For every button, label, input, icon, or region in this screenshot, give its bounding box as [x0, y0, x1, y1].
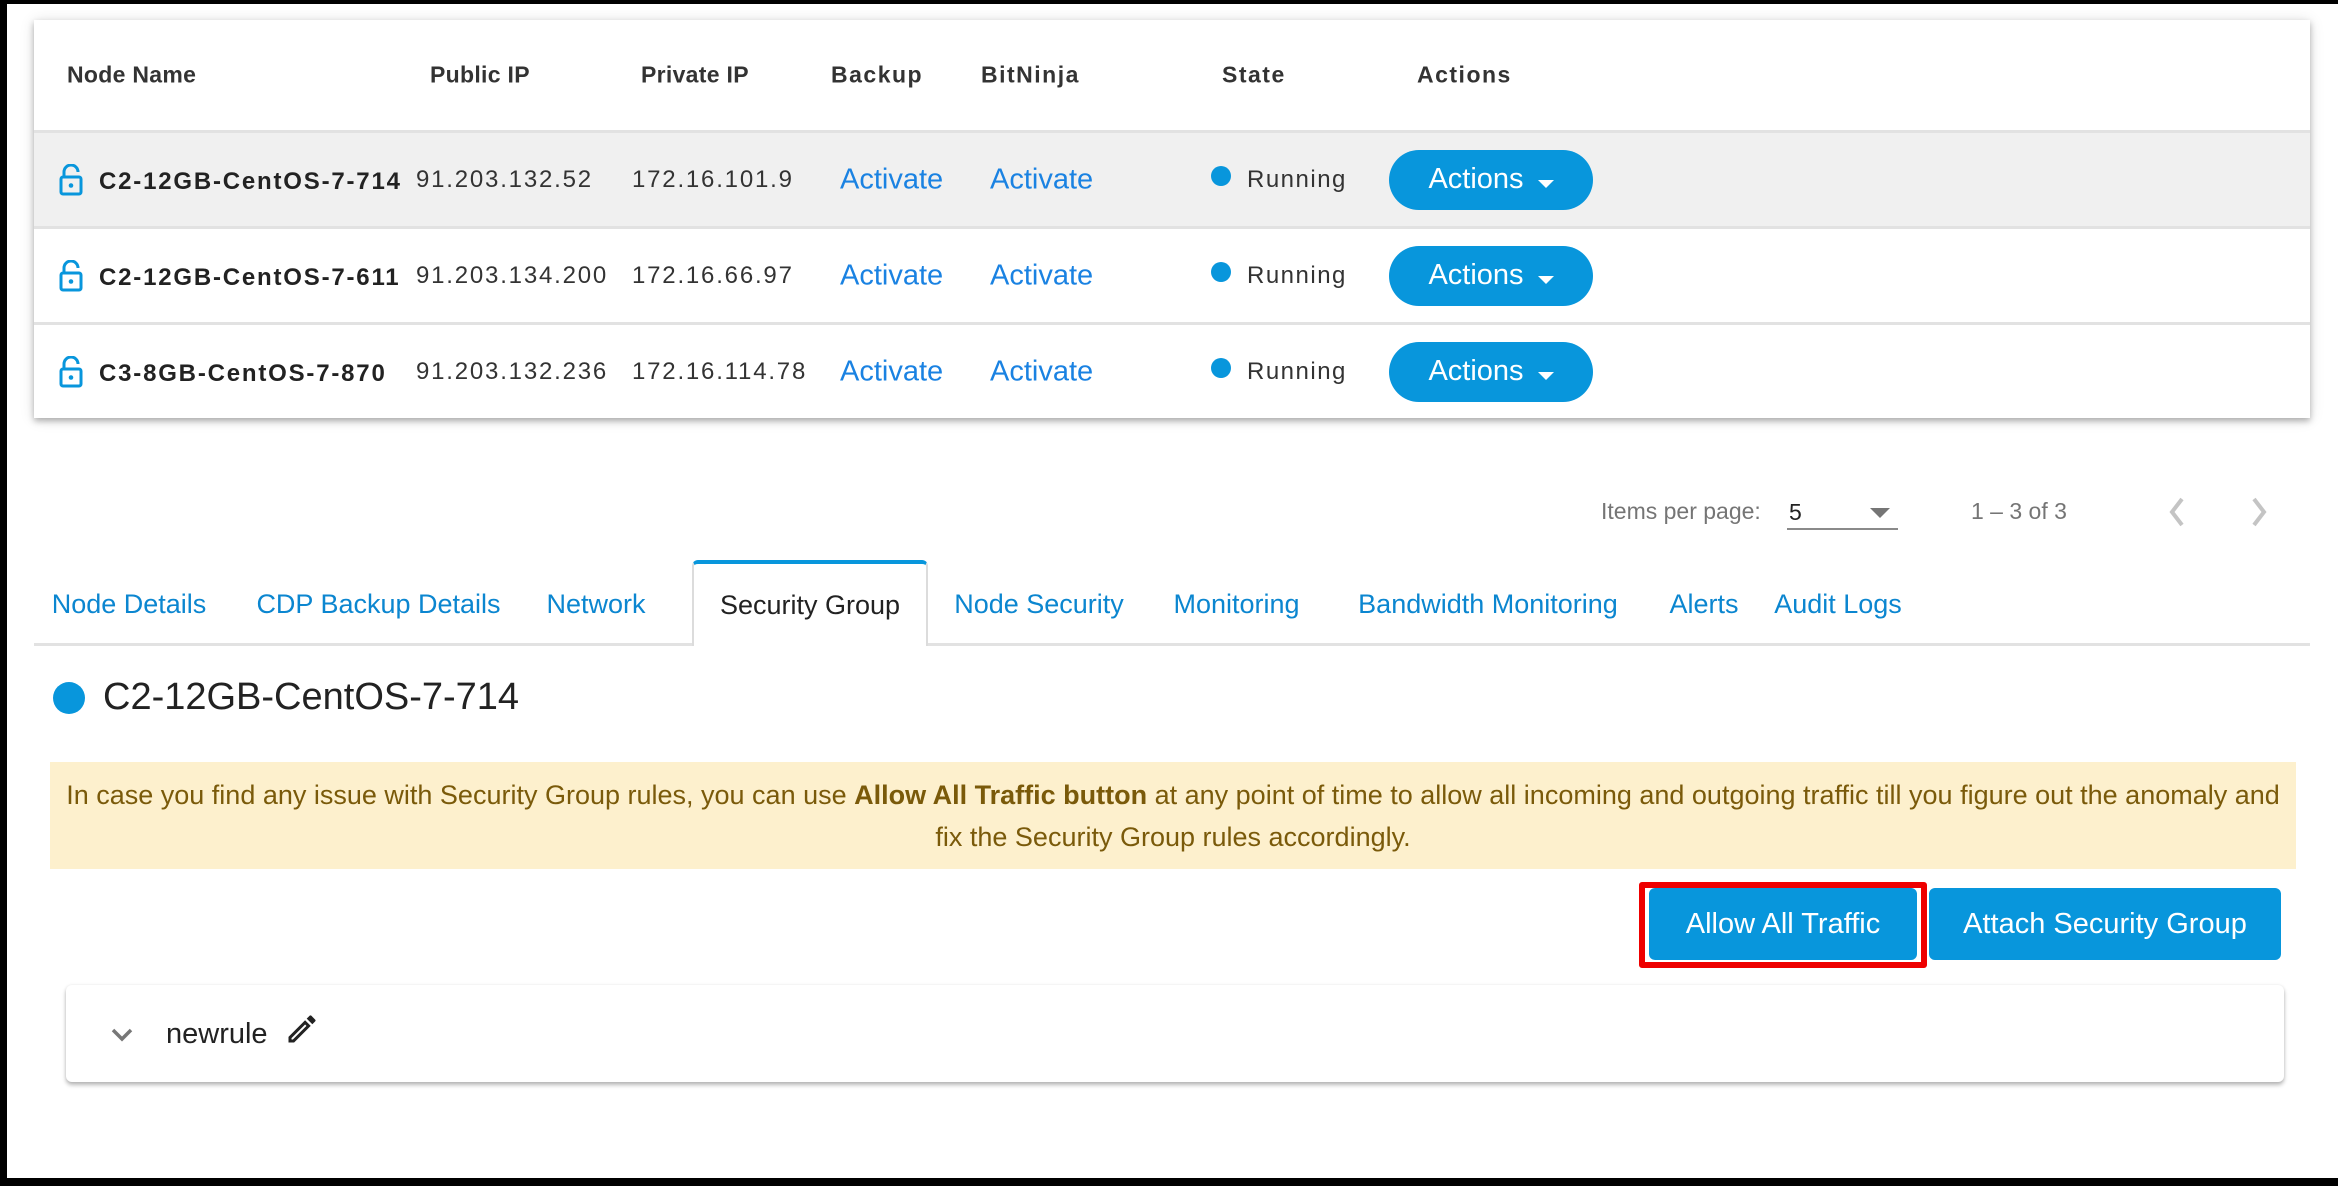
actions-dropdown-button[interactable]: Actions — [1389, 245, 1593, 306]
actions-dropdown-button[interactable]: Actions — [1389, 149, 1593, 210]
tab-network[interactable]: Network — [534, 563, 658, 646]
chevron-left-icon — [2169, 497, 2184, 527]
caret-down-icon — [1537, 179, 1554, 188]
status-dot-icon — [1211, 261, 1231, 282]
unlock-icon[interactable] — [59, 163, 83, 196]
state-cell: Running — [1211, 165, 1347, 194]
chevron-down-icon[interactable] — [110, 1027, 134, 1048]
caret-down-icon — [1537, 275, 1554, 284]
unlock-icon[interactable] — [59, 259, 83, 292]
node-name-cell[interactable]: C3-8GB-CentOS-7-870 — [59, 355, 387, 388]
dropdown-arrow-icon — [1870, 508, 1890, 518]
private-ip: 172.16.101.9 — [632, 165, 794, 193]
tab-node-details[interactable]: Node Details — [34, 563, 224, 646]
node-name: C3-8GB-CentOS-7-870 — [99, 359, 387, 387]
previous-page-button[interactable] — [2157, 494, 2197, 530]
items-per-page-select[interactable]: 5 — [1787, 490, 1898, 530]
table-row[interactable]: C2-12GB-CentOS-7-611 91.203.134.200 172.… — [34, 226, 2310, 322]
header-node-name: Node Name — [67, 61, 197, 88]
bitninja-activate-link[interactable]: Activate — [990, 355, 1093, 388]
bitninja-activate-link[interactable]: Activate — [990, 163, 1093, 196]
nodes-table: Node Name Public IP Private IP Backup Bi… — [34, 20, 2310, 418]
table-header-row: Node Name Public IP Private IP Backup Bi… — [34, 20, 2310, 130]
state-cell: Running — [1211, 357, 1347, 386]
state-label: Running — [1247, 165, 1347, 193]
security-group-name: newrule — [166, 1018, 268, 1050]
attach-security-group-button[interactable]: Attach Security Group — [1929, 888, 2281, 960]
node-name: C2-12GB-CentOS-7-611 — [99, 263, 401, 291]
header-actions: Actions — [1417, 61, 1512, 88]
tab-bandwidth-monitoring[interactable]: Bandwidth Monitoring — [1333, 563, 1643, 646]
security-group-panel[interactable]: newrule — [66, 985, 2284, 1082]
notice-text-bold: Allow All Traffic button — [854, 780, 1148, 810]
table-row[interactable]: C2-12GB-CentOS-7-714 91.203.132.52 172.1… — [34, 130, 2310, 226]
actions-label: Actions — [1428, 163, 1524, 195]
backup-activate-link[interactable]: Activate — [840, 259, 943, 292]
header-bitninja: BitNinja — [981, 61, 1080, 88]
detail-tabs: Node Details CDP Backup Details Network … — [34, 560, 2310, 646]
paginator: Items per page: 5 1 – 3 of 3 — [7, 482, 2338, 542]
actions-label: Actions — [1428, 355, 1524, 387]
tab-node-security[interactable]: Node Security — [939, 563, 1139, 646]
public-ip: 91.203.132.236 — [416, 357, 609, 385]
security-group-actions: Allow All Traffic Attach Security Group — [7, 882, 2338, 968]
tab-cdp-backup-details[interactable]: CDP Backup Details — [242, 563, 515, 646]
node-name-cell[interactable]: C2-12GB-CentOS-7-611 — [59, 259, 401, 292]
pencil-edit-icon[interactable] — [284, 1011, 320, 1052]
state-label: Running — [1247, 357, 1347, 385]
header-public-ip: Public IP — [430, 61, 530, 88]
private-ip: 172.16.66.97 — [632, 261, 794, 289]
header-state: State — [1222, 61, 1286, 88]
unlock-icon[interactable] — [59, 355, 83, 388]
tab-security-group[interactable]: Security Group — [692, 560, 928, 646]
private-ip: 172.16.114.78 — [632, 357, 808, 385]
header-backup: Backup — [831, 61, 924, 88]
bitninja-activate-link[interactable]: Activate — [990, 259, 1093, 292]
state-cell: Running — [1211, 261, 1347, 290]
public-ip: 91.203.132.52 — [416, 165, 593, 193]
caret-down-icon — [1537, 371, 1554, 380]
header-private-ip: Private IP — [641, 61, 749, 88]
state-label: Running — [1247, 261, 1347, 289]
node-name-cell[interactable]: C2-12GB-CentOS-7-714 — [59, 163, 402, 196]
items-per-page-value: 5 — [1789, 499, 1802, 525]
page: Node Name Public IP Private IP Backup Bi… — [7, 4, 2338, 1178]
allow-all-traffic-button[interactable]: Allow All Traffic — [1649, 888, 1917, 960]
backup-activate-link[interactable]: Activate — [840, 163, 943, 196]
node-name: C2-12GB-CentOS-7-714 — [99, 167, 402, 195]
page-range-label: 1 – 3 of 3 — [1971, 498, 2067, 524]
status-dot-icon — [1211, 165, 1231, 186]
status-dot-icon — [1211, 357, 1231, 378]
status-dot-icon — [53, 681, 85, 714]
table-row[interactable]: C3-8GB-CentOS-7-870 91.203.132.236 172.1… — [34, 322, 2310, 418]
tab-monitoring[interactable]: Monitoring — [1160, 563, 1313, 646]
next-page-button[interactable] — [2239, 494, 2279, 530]
tab-audit-logs[interactable]: Audit Logs — [1762, 563, 1914, 646]
security-group-notice: In case you find any issue with Security… — [50, 762, 2296, 869]
items-per-page-label: Items per page: — [1601, 498, 1761, 524]
backup-activate-link[interactable]: Activate — [840, 355, 943, 388]
chevron-right-icon — [2252, 497, 2267, 527]
actions-dropdown-button[interactable]: Actions — [1389, 341, 1593, 402]
public-ip: 91.203.134.200 — [416, 261, 609, 289]
node-title-text: C2-12GB-CentOS-7-714 — [103, 676, 520, 718]
actions-label: Actions — [1428, 259, 1524, 291]
notice-text-before: In case you find any issue with Security… — [66, 780, 855, 810]
tab-alerts[interactable]: Alerts — [1664, 563, 1744, 646]
node-title: C2-12GB-CentOS-7-714 — [53, 676, 519, 719]
